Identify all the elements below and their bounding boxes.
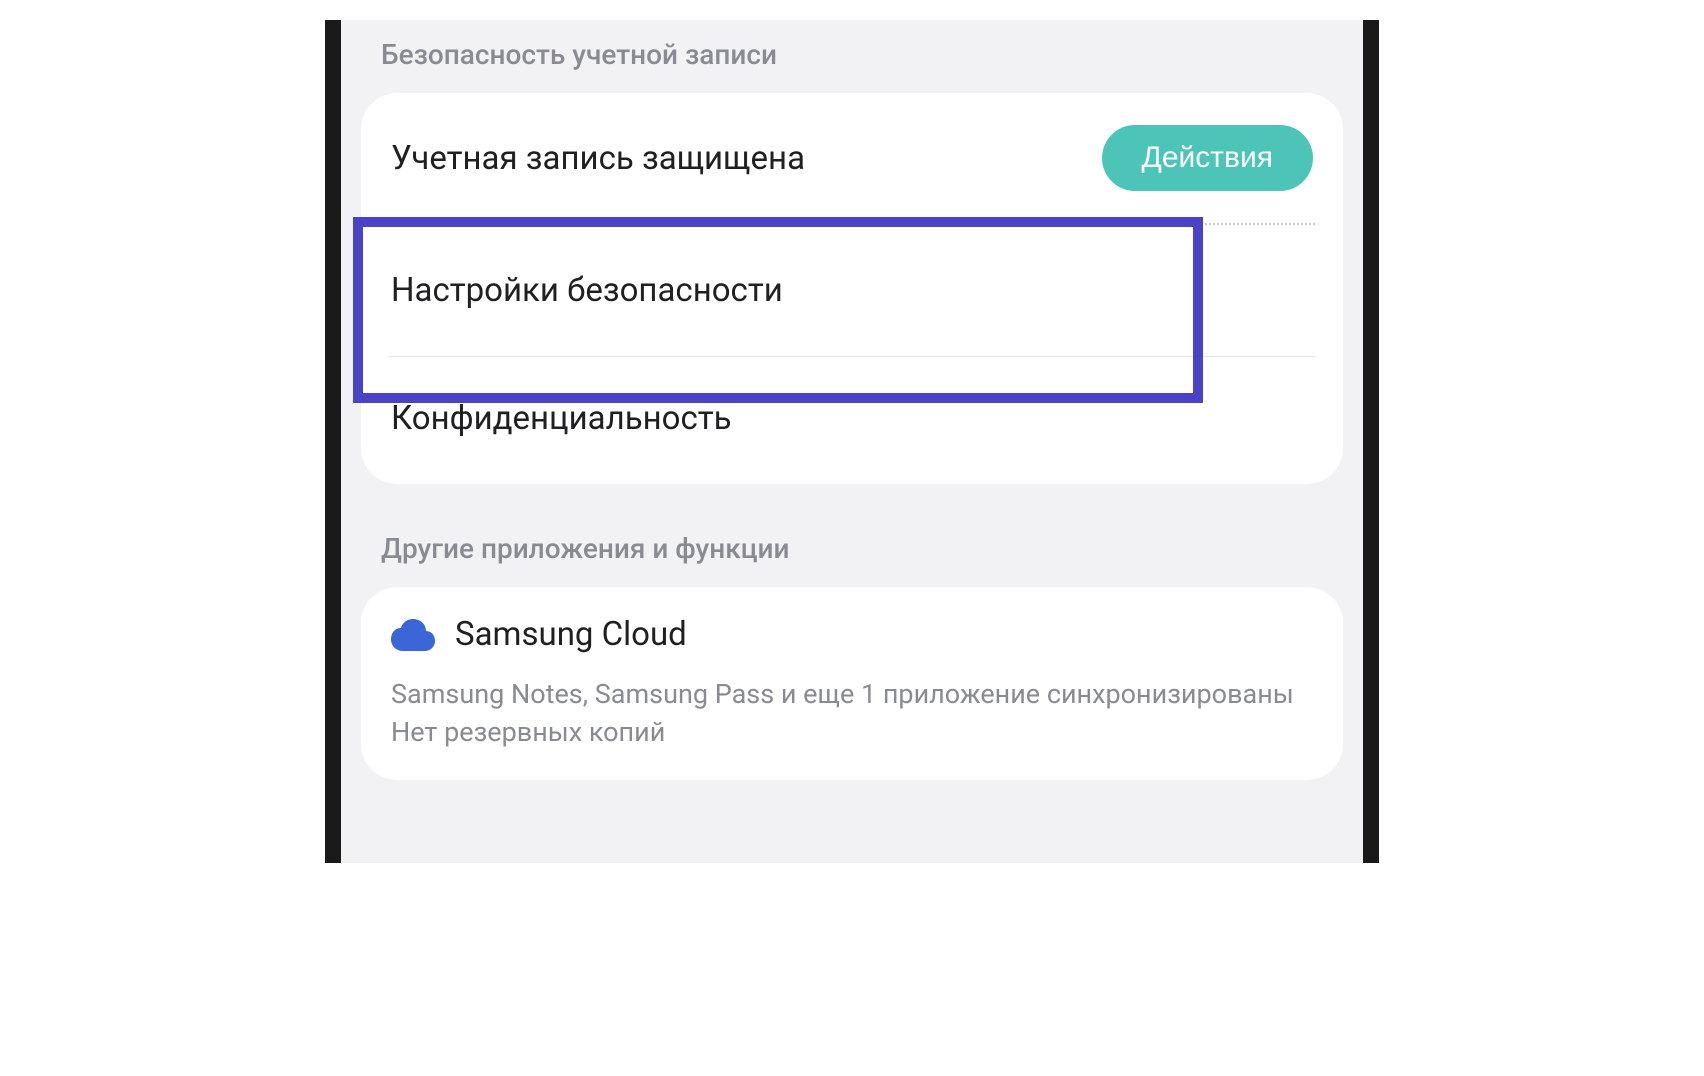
row-account-protected[interactable]: Учетная запись защищена Действия [361,93,1343,223]
privacy-label: Конфиденциальность [391,399,732,438]
row-samsung-cloud[interactable]: Samsung Cloud [361,587,1343,676]
samsung-cloud-label: Samsung Cloud [455,615,687,654]
cloud-description: Samsung Notes, Samsung Pass и еще 1 прил… [361,676,1343,780]
section-header-other-apps: Другие приложения и функции [341,514,1363,587]
cloud-desc-line2: Нет резервных копий [391,714,1313,752]
cloud-icon [391,619,435,651]
row-security-settings[interactable]: Настройки безопасности [361,225,1343,356]
section-header-security: Безопасность учетной записи [341,20,1363,93]
actions-button[interactable]: Действия [1102,125,1313,191]
device-frame: Безопасность учетной записи Учетная запи… [325,20,1379,863]
security-settings-label: Настройки безопасности [391,271,783,310]
cloud-desc-line1: Samsung Notes, Samsung Pass и еще 1 прил… [391,676,1313,714]
other-apps-card: Samsung Cloud Samsung Notes, Samsung Pas… [361,587,1343,780]
account-protected-label: Учетная запись защищена [391,139,805,178]
row-privacy[interactable]: Конфиденциальность [361,357,1343,484]
security-card: Учетная запись защищена Действия Настрой… [361,93,1343,484]
